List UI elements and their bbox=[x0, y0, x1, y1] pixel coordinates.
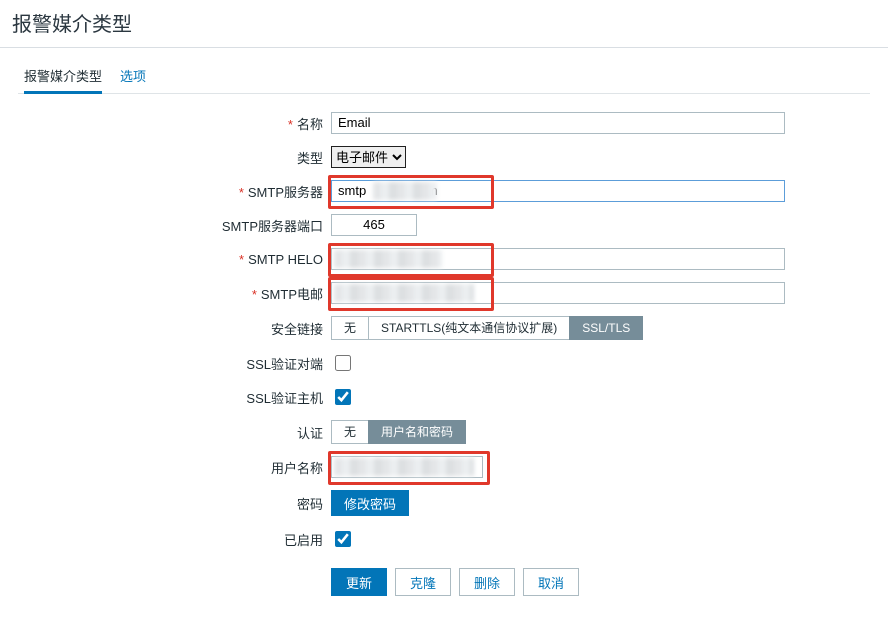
redacted-smtp-host bbox=[373, 182, 437, 200]
conn-security-none[interactable]: 无 bbox=[331, 316, 369, 340]
tabs: 报警媒介类型 选项 bbox=[18, 60, 870, 94]
clone-button[interactable]: 克隆 bbox=[395, 568, 451, 596]
auth-group: 无 用户名和密码 bbox=[331, 420, 466, 444]
auth-userpass[interactable]: 用户名和密码 bbox=[368, 420, 466, 444]
update-button[interactable]: 更新 bbox=[331, 568, 387, 596]
name-label: *名称 bbox=[48, 114, 331, 133]
type-select[interactable]: 电子邮件 bbox=[331, 146, 406, 168]
conn-security-ssltls[interactable]: SSL/TLS bbox=[569, 316, 643, 340]
password-label: 密码 bbox=[48, 494, 331, 513]
smtp-server-label: *SMTP服务器 bbox=[48, 182, 331, 201]
cancel-button[interactable]: 取消 bbox=[523, 568, 579, 596]
conn-security-label: 安全链接 bbox=[48, 319, 331, 338]
ssl-verify-host-label: SSL验证主机 bbox=[48, 388, 331, 407]
enabled-label: 已启用 bbox=[48, 530, 331, 549]
conn-security-starttls[interactable]: STARTTLS(纯文本通信协议扩展) bbox=[368, 316, 570, 340]
name-input[interactable] bbox=[331, 112, 785, 134]
ssl-verify-peer-checkbox[interactable] bbox=[335, 355, 351, 371]
redacted-helo bbox=[334, 250, 442, 268]
username-label: 用户名称 bbox=[48, 458, 331, 477]
smtp-port-label: SMTP服务器端口 bbox=[48, 216, 331, 235]
redacted-email bbox=[334, 284, 474, 302]
smtp-helo-label: *SMTP HELO bbox=[48, 252, 331, 267]
conn-security-group: 无 STARTTLS(纯文本通信协议扩展) SSL/TLS bbox=[331, 316, 643, 340]
page-title: 报警媒介类型 bbox=[12, 14, 132, 36]
smtp-email-label: *SMTP电邮 bbox=[48, 284, 331, 303]
ssl-verify-host-checkbox[interactable] bbox=[335, 389, 351, 405]
delete-button[interactable]: 删除 bbox=[459, 568, 515, 596]
tab-options[interactable]: 选项 bbox=[120, 60, 146, 93]
change-password-button[interactable]: 修改密码 bbox=[331, 490, 409, 516]
tab-media-types[interactable]: 报警媒介类型 bbox=[24, 60, 102, 93]
enabled-checkbox[interactable] bbox=[335, 531, 351, 547]
type-label: 类型 bbox=[48, 148, 331, 167]
auth-label: 认证 bbox=[48, 423, 331, 442]
ssl-verify-peer-label: SSL验证对端 bbox=[48, 354, 331, 373]
smtp-port-input[interactable] bbox=[331, 214, 417, 236]
auth-none[interactable]: 无 bbox=[331, 420, 369, 444]
redacted-username bbox=[334, 458, 474, 476]
